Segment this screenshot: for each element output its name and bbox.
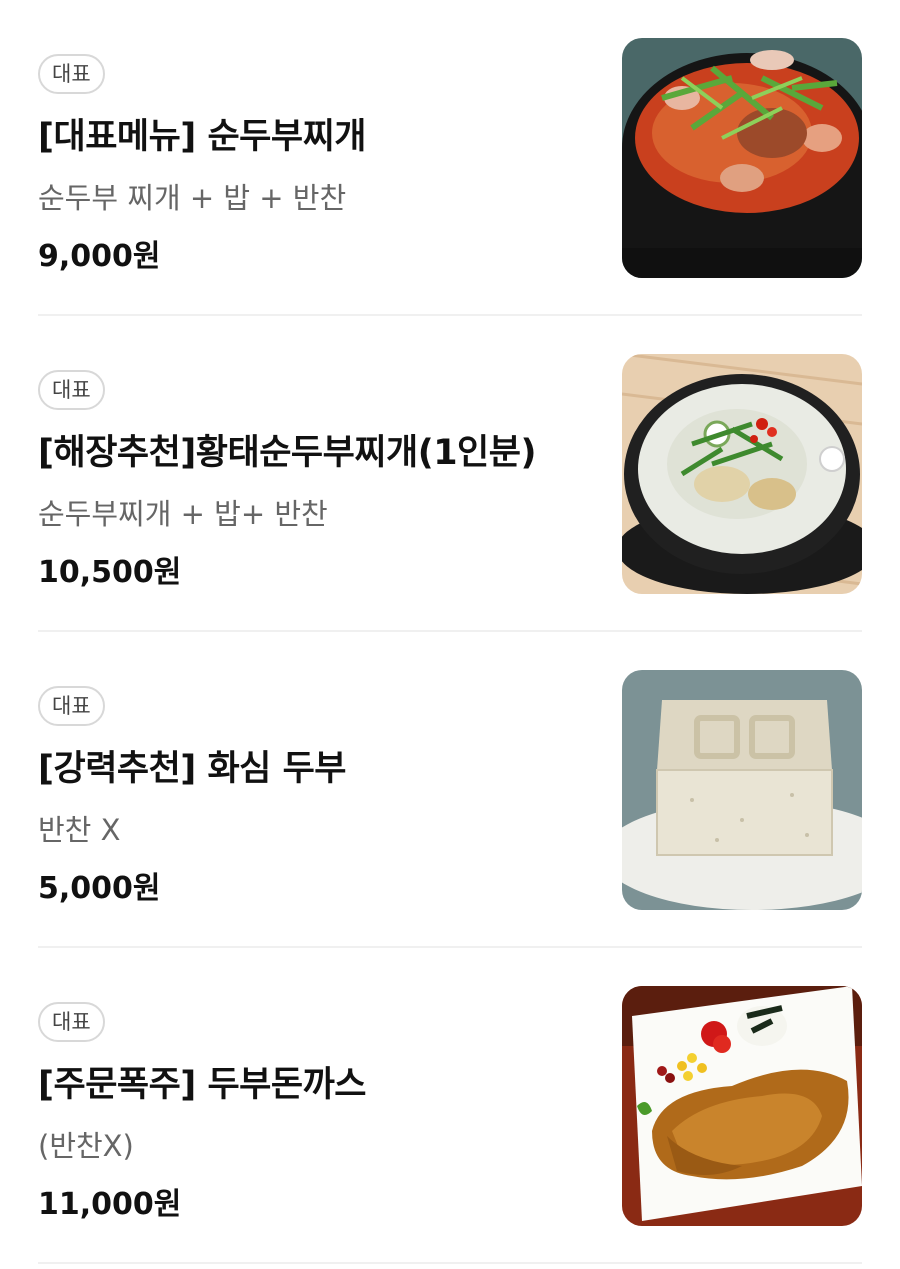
representative-badge: 대표 — [38, 686, 105, 726]
menu-item-description: 순두부찌개 + 밥+ 반찬 — [38, 497, 328, 531]
menu-item[interactable]: 대표 [대표메뉴] 순두부찌개 순두부 찌개 + 밥 + 반찬 9,000원 — [38, 0, 862, 316]
menu-item-description: 반찬 X — [38, 813, 121, 847]
hwangtae-sundubu-photo[interactable] — [622, 354, 862, 594]
menu-item-price: 10,500원 — [38, 555, 182, 590]
menu-item-name: [대표메뉴] 순두부찌개 — [38, 117, 366, 157]
menu-item-info: 대표 [해장추천]황태순두부찌개(1인분) 순두부찌개 + 밥+ 반찬 10,5… — [38, 370, 598, 591]
menu-item[interactable]: 대표 [주문폭주] 두부돈까스 (반찬X) 11,000원 — [38, 948, 862, 1264]
menu-item-description: 순두부 찌개 + 밥 + 반찬 — [38, 181, 347, 215]
representative-badge: 대표 — [38, 54, 105, 94]
menu-item-name: [강력추천] 화심 두부 — [38, 749, 346, 789]
menu-item-name: [해장추천]황태순두부찌개(1인분) — [38, 433, 536, 473]
menu-item[interactable]: 대표 [해장추천]황태순두부찌개(1인분) 순두부찌개 + 밥+ 반찬 10,5… — [38, 316, 862, 632]
menu-item[interactable]: 대표 [강력추천] 화심 두부 반찬 X 5,000원 — [38, 632, 862, 948]
menu-item-name: [주문폭주] 두부돈까스 — [38, 1065, 366, 1105]
sundubu-jjigae-photo[interactable] — [622, 38, 862, 278]
tofu-donkatsu-photo[interactable] — [622, 986, 862, 1226]
menu-item-description: (반찬X) — [38, 1129, 134, 1163]
menu-item-info: 대표 [강력추천] 화심 두부 반찬 X 5,000원 — [38, 686, 598, 907]
representative-badge: 대표 — [38, 370, 105, 410]
menu-item-price: 9,000원 — [38, 239, 161, 274]
menu-item-price: 5,000원 — [38, 871, 161, 906]
menu-item-info: 대표 [주문폭주] 두부돈까스 (반찬X) 11,000원 — [38, 1002, 598, 1223]
tofu-block-photo[interactable] — [622, 670, 862, 910]
menu-item-price: 11,000원 — [38, 1187, 182, 1222]
menu-item-info: 대표 [대표메뉴] 순두부찌개 순두부 찌개 + 밥 + 반찬 9,000원 — [38, 54, 598, 275]
representative-badge: 대표 — [38, 1002, 105, 1042]
menu-list: 대표 [대표메뉴] 순두부찌개 순두부 찌개 + 밥 + 반찬 9,000원 대… — [0, 0, 900, 1264]
